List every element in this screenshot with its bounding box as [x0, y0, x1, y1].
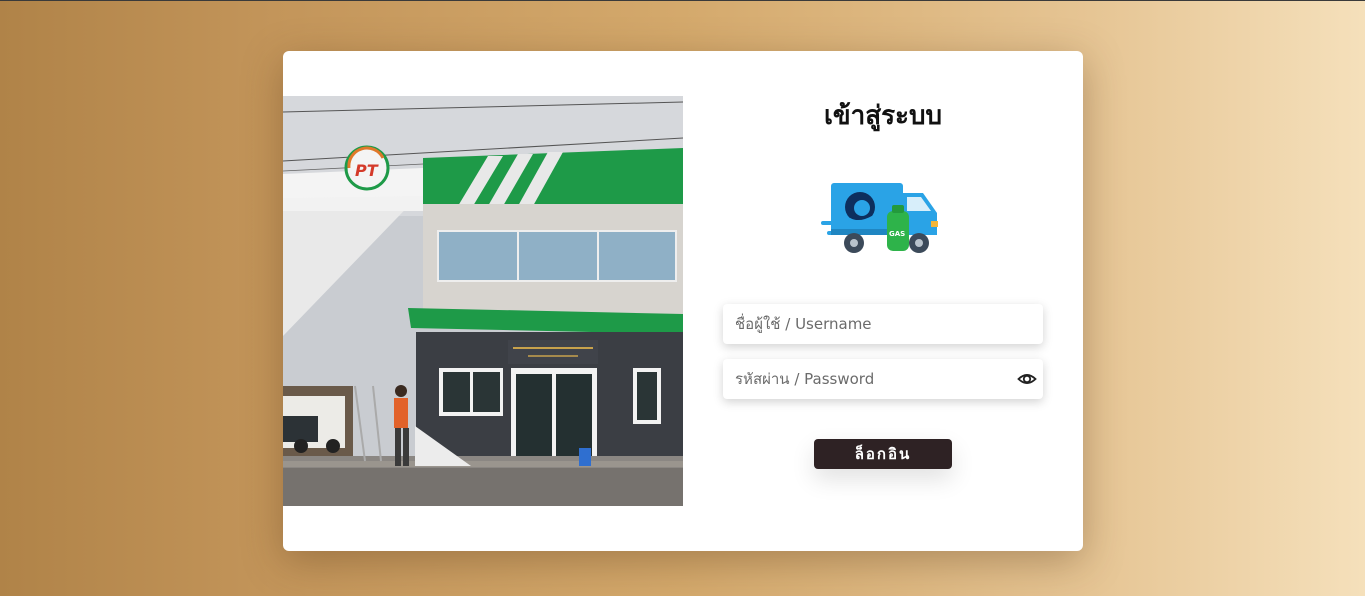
login-button[interactable]: ล็อกอิน [814, 439, 952, 469]
station-photo: PT [283, 96, 683, 506]
username-input[interactable] [723, 304, 1017, 344]
password-input[interactable] [723, 359, 1017, 399]
page-title: เข้าสู่ระบบ [823, 101, 943, 131]
username-field-wrapper [723, 304, 1043, 344]
password-field-wrapper [723, 359, 1043, 399]
eye-icon[interactable] [1017, 369, 1037, 389]
login-card: PT เข้าสู่ระบบ GAS ชื่อผู้ใช้ / Username… [283, 51, 1083, 551]
logo-gas-text: GAS [889, 230, 905, 238]
login-form: เข้าสู่ระบบ GAS ชื่อผู้ใช้ / Username ล็… [683, 51, 1083, 551]
delivery-truck-icon: GAS [821, 179, 945, 259]
svg-text:PT: PT [355, 161, 379, 180]
top-border-line [0, 0, 1365, 1]
